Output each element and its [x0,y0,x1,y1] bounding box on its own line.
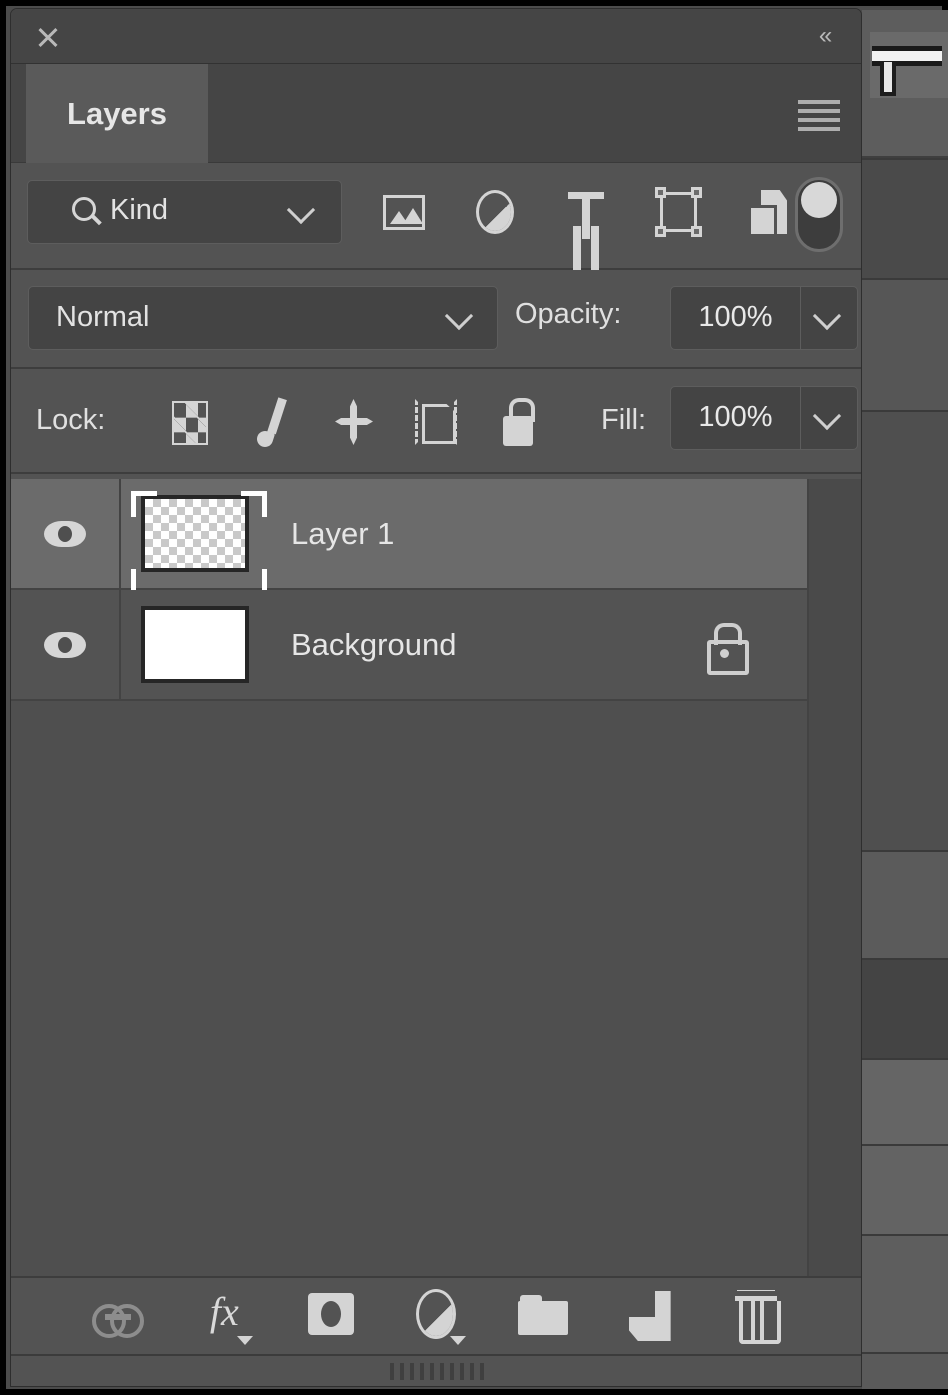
background-panel-row [862,1144,948,1234]
filter-enable-toggle[interactable] [795,177,843,252]
fill-label: Fill: [601,404,646,437]
filter-kind-label: Kind [110,194,168,227]
layer-thumbnail [141,606,249,683]
new-layer-button[interactable] [619,1285,681,1347]
lock-image-pixels-button[interactable] [245,393,297,449]
half-circle-icon [476,190,514,234]
add-layer-mask-button[interactable] [300,1285,362,1347]
lock-all-button[interactable] [491,393,543,449]
background-panel-row [862,1234,948,1352]
filter-shape-layers-button[interactable] [651,185,705,239]
opacity-stepper-button[interactable] [801,286,858,350]
blend-mode-value: Normal [56,301,149,334]
close-icon[interactable] [33,22,63,52]
hamburger-menu-icon[interactable] [798,100,840,130]
layer-thumbnail-cell[interactable] [121,590,269,699]
opacity-input[interactable]: 100% [670,286,801,350]
padlock-icon [503,398,533,446]
chevron-down-icon [287,196,315,224]
toggle-knob [801,182,837,218]
layer-list-scrollbar[interactable] [807,479,862,1276]
layer-locked-padlock-icon [707,623,741,667]
bounding-box-icon [660,192,697,232]
link-icon [92,1304,144,1330]
lock-fill-row: Lock: Fill: 100% [11,369,861,474]
background-panel-row [862,958,948,1058]
panel-resize-grip[interactable] [11,1354,862,1386]
bottom-toolbar-buttons: fx [87,1285,787,1347]
folder-icon [518,1295,568,1335]
panel-title-bar: « [11,9,861,64]
fill-value: 100% [671,401,800,434]
magnifier-icon [72,197,96,221]
fill-stepper-button[interactable] [801,386,858,450]
lock-transparent-pixels-button[interactable] [163,393,215,449]
table-row[interactable]: Layer 1 [11,479,807,590]
checkerboard-icon [172,401,208,445]
brush-icon [253,397,289,447]
filter-type-icons [376,180,796,244]
tab-layers[interactable]: Layers [26,64,208,163]
lock-artboard-nesting-button[interactable] [409,393,461,449]
collapse-to-icons-icon[interactable]: « [807,23,843,51]
image-icon [383,195,425,230]
half-circle-icon [416,1289,456,1339]
background-panel-row [862,850,948,958]
new-adjustment-layer-button[interactable] [406,1285,468,1347]
background-panel-row [862,278,948,410]
table-row[interactable]: Background [11,590,807,701]
chevron-down-icon [813,302,841,330]
tab-layers-label: Layers [67,96,167,132]
opacity-label: Opacity: [515,298,621,331]
layers-panel: « Layers Kind [10,8,862,1387]
layers-bottom-toolbar: fx [11,1276,862,1354]
layer-name[interactable]: Background [269,627,707,663]
chevron-down-icon [445,302,473,330]
artboard-nesting-icon [415,399,457,445]
background-panel-row [862,410,948,850]
eye-icon [44,521,86,547]
text-t-icon [568,192,604,232]
lock-buttons [163,391,543,451]
eye-icon [44,632,86,658]
fill-input[interactable]: 100% [670,386,801,450]
layer-mask-icon [308,1293,354,1335]
fx-icon: fx [195,1287,253,1339]
panel-tab-strip: Layers [11,64,861,163]
layer-list[interactable]: Layer 1 Background [11,479,862,1276]
background-panel-thumbnail-image [870,32,948,98]
chevron-down-icon [813,402,841,430]
trash-icon [737,1290,775,1340]
move-arrows-icon [335,399,373,445]
blend-mode-dropdown[interactable]: Normal [28,286,498,350]
link-layers-button[interactable] [87,1285,149,1347]
layer-name[interactable]: Layer 1 [269,516,807,552]
opacity-value: 100% [671,301,800,334]
thumbnail-selection-brackets [131,491,267,595]
lock-label: Lock: [36,404,105,437]
new-group-button[interactable] [512,1285,574,1347]
layer-visibility-toggle[interactable] [11,590,121,699]
filter-pixel-layers-button[interactable] [376,185,430,239]
caret-down-icon [237,1336,253,1345]
new-page-icon [629,1291,671,1341]
delete-layer-button[interactable] [725,1285,787,1347]
background-panel-row [862,1352,948,1389]
blend-opacity-row: Normal Opacity: 100% [11,270,861,369]
filter-type-layers-button[interactable] [559,185,613,239]
layer-style-button[interactable]: fx [193,1285,255,1347]
layer-filter-row: Kind [11,163,861,270]
lock-position-button[interactable] [327,393,379,449]
layer-thumbnail-cell[interactable] [121,479,269,588]
background-panel-thumbnail-cell [862,10,948,158]
background-panel-row [862,1058,948,1144]
filter-adjustment-layers-button[interactable] [468,185,522,239]
layer-visibility-toggle[interactable] [11,479,121,588]
filter-kind-dropdown[interactable]: Kind [27,180,342,244]
caret-down-icon [450,1336,466,1345]
screen: « Layers Kind [0,0,948,1395]
background-panel-row [862,158,948,278]
smart-object-icon [751,190,787,234]
filter-smart-objects-button[interactable] [742,185,796,239]
